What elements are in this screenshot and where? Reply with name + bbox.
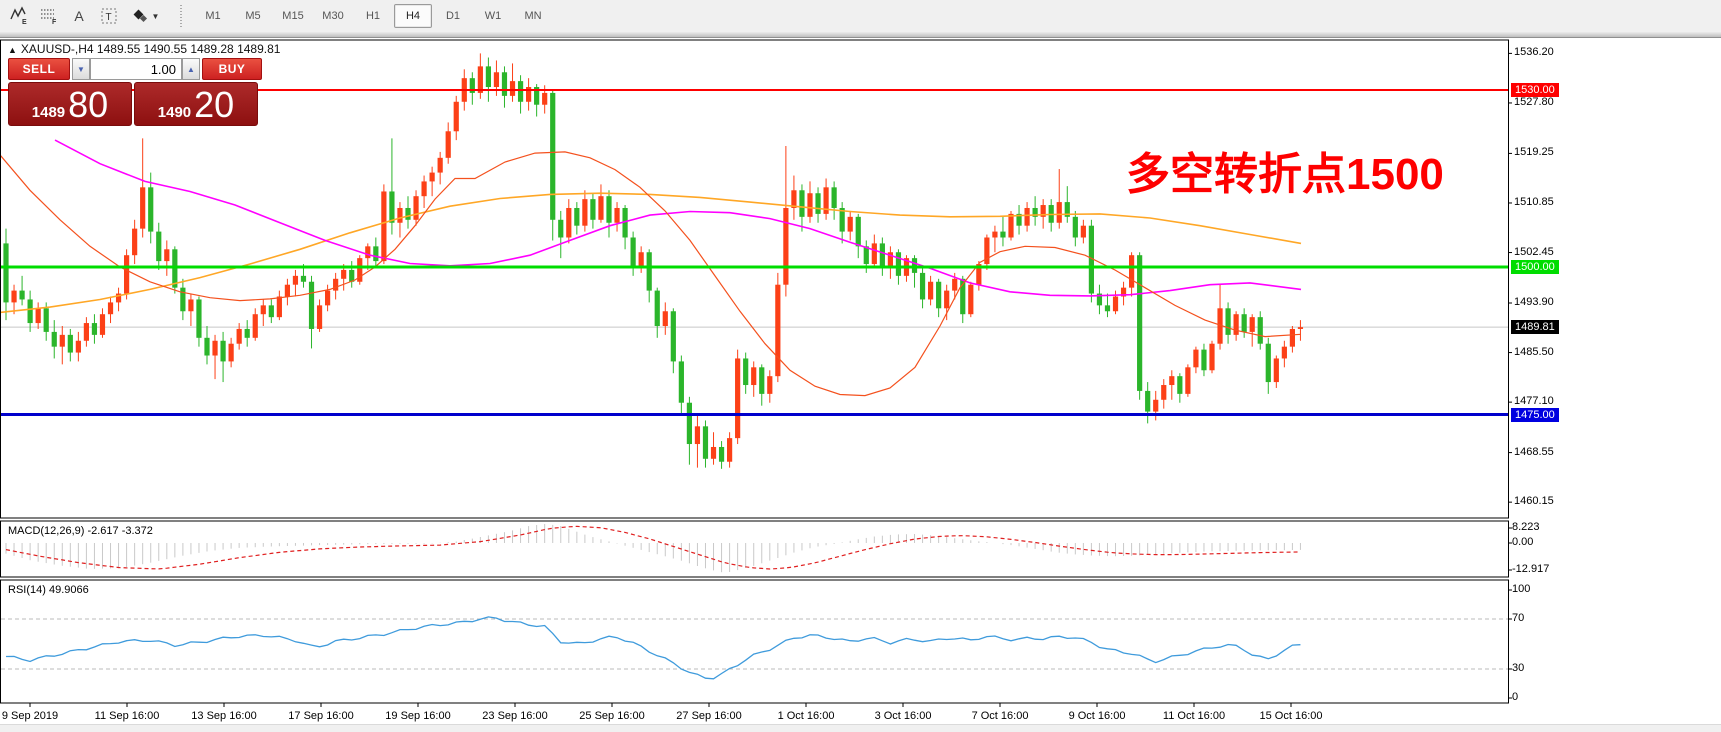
tf-button-M1[interactable]: M1 xyxy=(194,4,232,28)
indicator-tick-label: 30 xyxy=(1512,662,1524,674)
price-tick-label: 1468.55 xyxy=(1514,446,1554,458)
mt4-window: E F A T ▼ M1M5M15M30H1H4D1W1MN xyxy=(0,0,1721,732)
text-box-icon[interactable]: T xyxy=(95,3,123,29)
price-tick-label: 1510.85 xyxy=(1514,196,1554,208)
time-label: 7 Oct 16:00 xyxy=(972,710,1029,722)
price-tick-label: 1460.15 xyxy=(1514,495,1554,507)
indicator-tick-label: 70 xyxy=(1512,612,1524,624)
dropdown-caret-icon: ▼ xyxy=(152,12,160,21)
text-box-glyph: T xyxy=(99,6,119,26)
rsi-pane-label: RSI(14) 49.9066 xyxy=(8,584,89,596)
price-tick-label: 1477.10 xyxy=(1514,395,1554,407)
indicator-tick-label: 8.223 xyxy=(1512,521,1540,533)
toolbar: E F A T ▼ M1M5M15M30H1H4D1W1MN xyxy=(0,0,1721,32)
indicator-tick-label: 0.00 xyxy=(1512,536,1533,548)
volume-down-button[interactable]: ▼ xyxy=(72,58,90,80)
sell-price-big: 80 xyxy=(68,86,108,124)
text-a-glyph: A xyxy=(74,8,83,24)
price-tick-label: 1485.50 xyxy=(1514,346,1554,358)
symbol-ohlc-line: ▲XAUUSD-,H4 1489.55 1490.55 1489.28 1489… xyxy=(8,42,280,56)
price-badge: 1500.00 xyxy=(1511,260,1559,274)
time-label: 15 Oct 16:00 xyxy=(1260,710,1323,722)
tf-button-MN[interactable]: MN xyxy=(514,4,552,28)
timeframe-group: M1M5M15M30H1H4D1W1MN xyxy=(193,4,553,28)
status-bar xyxy=(0,724,1721,732)
tf-button-M30[interactable]: M30 xyxy=(314,4,352,28)
price-badge: 1530.00 xyxy=(1511,83,1559,97)
cursor-tool-icon[interactable]: ▼ xyxy=(125,3,165,29)
tf-button-M5[interactable]: M5 xyxy=(234,4,272,28)
price-tick-label: 1493.90 xyxy=(1514,296,1554,308)
price-tick-label: 1502.45 xyxy=(1514,246,1554,258)
tf-button-H1[interactable]: H1 xyxy=(354,4,392,28)
time-label: 11 Oct 16:00 xyxy=(1163,710,1225,722)
price-badge: 1489.81 xyxy=(1511,320,1559,334)
volume-up-button[interactable]: ▲ xyxy=(182,58,200,80)
svg-text:F: F xyxy=(52,19,57,26)
indicator-tick-label: 100 xyxy=(1512,583,1530,595)
price-tick-label: 1536.20 xyxy=(1514,46,1554,58)
svg-text:T: T xyxy=(106,12,112,23)
chart-annotation-text: 多空转折点1500 xyxy=(1126,138,1444,202)
spin-down-icon: ▼ xyxy=(77,65,85,74)
grid-f-icon[interactable]: F xyxy=(35,3,63,29)
svg-text:E: E xyxy=(22,19,27,26)
buy-price-panel[interactable]: 1490 20 xyxy=(134,82,258,126)
patterns-e-icon[interactable]: E xyxy=(5,3,33,29)
volume-input[interactable] xyxy=(90,58,182,80)
time-label: 23 Sep 16:00 xyxy=(482,710,547,722)
time-label: 13 Sep 16:00 xyxy=(191,710,256,722)
price-badge: 1475.00 xyxy=(1511,408,1559,422)
indicator-tick-label: 0 xyxy=(1512,691,1518,703)
time-label: 3 Oct 16:00 xyxy=(875,710,932,722)
time-label: 11 Sep 16:00 xyxy=(95,710,160,722)
tf-button-M15[interactable]: M15 xyxy=(274,4,312,28)
price-tick-label: 1519.25 xyxy=(1514,146,1554,158)
toolbar-handle[interactable] xyxy=(180,5,185,27)
sell-price-panel[interactable]: 1489 80 xyxy=(8,82,132,126)
tf-button-H4[interactable]: H4 xyxy=(394,4,432,28)
tf-button-D1[interactable]: D1 xyxy=(434,4,472,28)
time-label: 27 Sep 16:00 xyxy=(676,710,741,722)
patterns-glyph: E xyxy=(9,6,29,26)
sell-button[interactable]: SELL xyxy=(8,58,70,80)
price-tick-label: 1527.80 xyxy=(1514,96,1554,108)
cursor-tool-glyph xyxy=(131,6,151,26)
buy-button[interactable]: BUY xyxy=(202,58,262,80)
time-label: 19 Sep 16:00 xyxy=(385,710,450,722)
buy-price-big: 20 xyxy=(194,86,234,124)
time-label: 17 Sep 16:00 xyxy=(288,710,353,722)
text-a-icon[interactable]: A xyxy=(65,3,93,29)
tf-button-W1[interactable]: W1 xyxy=(474,4,512,28)
grid-glyph: F xyxy=(39,6,59,26)
indicator-tick-label: -12.917 xyxy=(1512,563,1549,575)
spin-up-icon: ▲ xyxy=(187,65,195,74)
time-label: 25 Sep 16:00 xyxy=(579,710,644,722)
macd-pane-label: MACD(12,26,9) -2.617 -3.372 xyxy=(8,525,153,537)
sell-price-small: 1489 xyxy=(32,104,65,121)
time-label: 9 Oct 16:00 xyxy=(1069,710,1126,722)
collapse-triangle-icon[interactable]: ▲ xyxy=(8,45,17,55)
chart-area[interactable]: ▲XAUUSD-,H4 1489.55 1490.55 1489.28 1489… xyxy=(0,38,1721,724)
time-label: 9 Sep 2019 xyxy=(2,710,58,722)
buy-price-small: 1490 xyxy=(158,104,191,121)
chart-canvas xyxy=(0,38,1721,732)
time-label: 1 Oct 16:00 xyxy=(778,710,835,722)
